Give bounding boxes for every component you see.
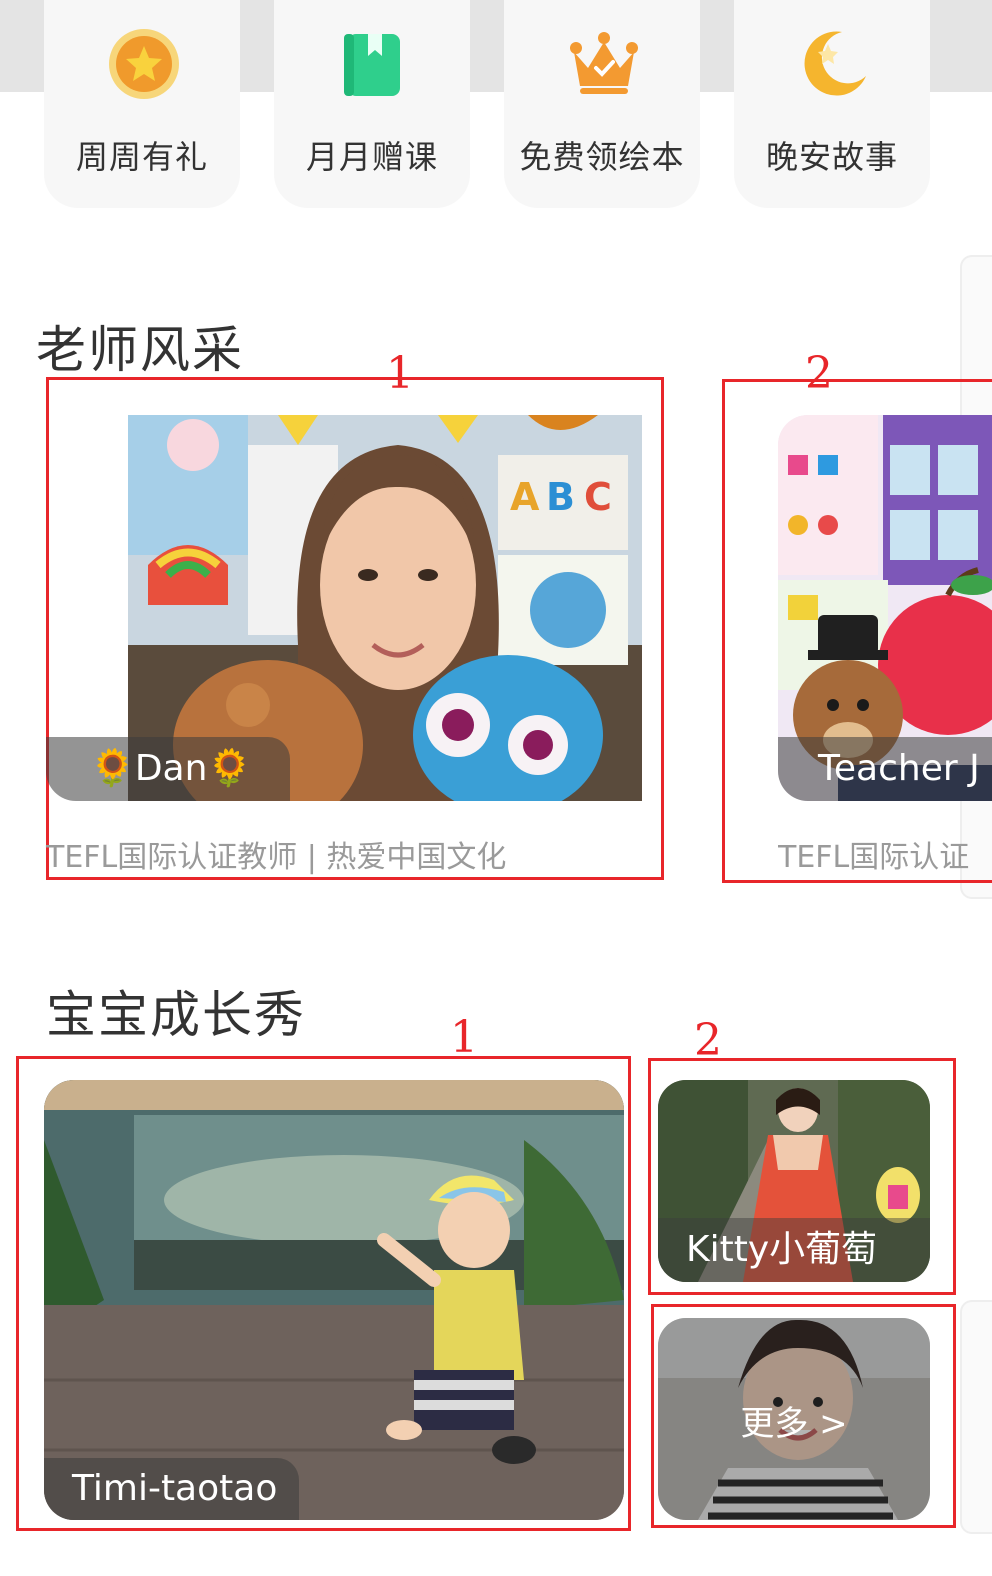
growth-name-tag: Timi-taotao	[44, 1458, 299, 1520]
svg-text:C: C	[584, 475, 612, 519]
teacher-name-tag: Teacher J	[778, 737, 992, 801]
quick-entry-label: 周周有礼	[75, 138, 208, 176]
teacher-subtitle: TEFL国际认证教师 | 热爱中国文化	[46, 840, 507, 875]
teacher-subtitle: TEFL国际认证	[778, 840, 970, 875]
growth-photo	[44, 1080, 624, 1520]
quick-entry-label: 月月赠课	[305, 138, 438, 176]
quick-entry-label: 晚安故事	[765, 138, 898, 176]
quick-entry-weekly-gift[interactable]: 周周有礼	[44, 0, 240, 208]
teacher-name-tag: 🌻Dan🌻	[46, 737, 290, 801]
more-link[interactable]: 更多 >	[658, 1396, 930, 1445]
section-title-teachers: 老师风采	[36, 321, 244, 379]
quick-entry-label: 免费领绘本	[519, 138, 685, 176]
svg-text:B: B	[546, 475, 575, 519]
crown-icon	[570, 32, 638, 94]
green-book-icon	[344, 34, 400, 96]
growth-name-tag: Kitty小葡萄	[658, 1218, 930, 1282]
star-medal-icon	[109, 29, 179, 99]
quick-entry-free-picture-book[interactable]: 免费领绘本	[504, 0, 700, 208]
svg-text:A: A	[510, 475, 540, 519]
quick-entry-monthly-lesson[interactable]: 月月赠课	[274, 0, 470, 208]
moon-star-icon	[804, 31, 866, 96]
side-scroll-hint	[960, 1300, 992, 1534]
section-title-growth: 宝宝成长秀	[46, 986, 306, 1044]
quick-entry-bedtime-story[interactable]: 晚安故事	[734, 0, 930, 208]
